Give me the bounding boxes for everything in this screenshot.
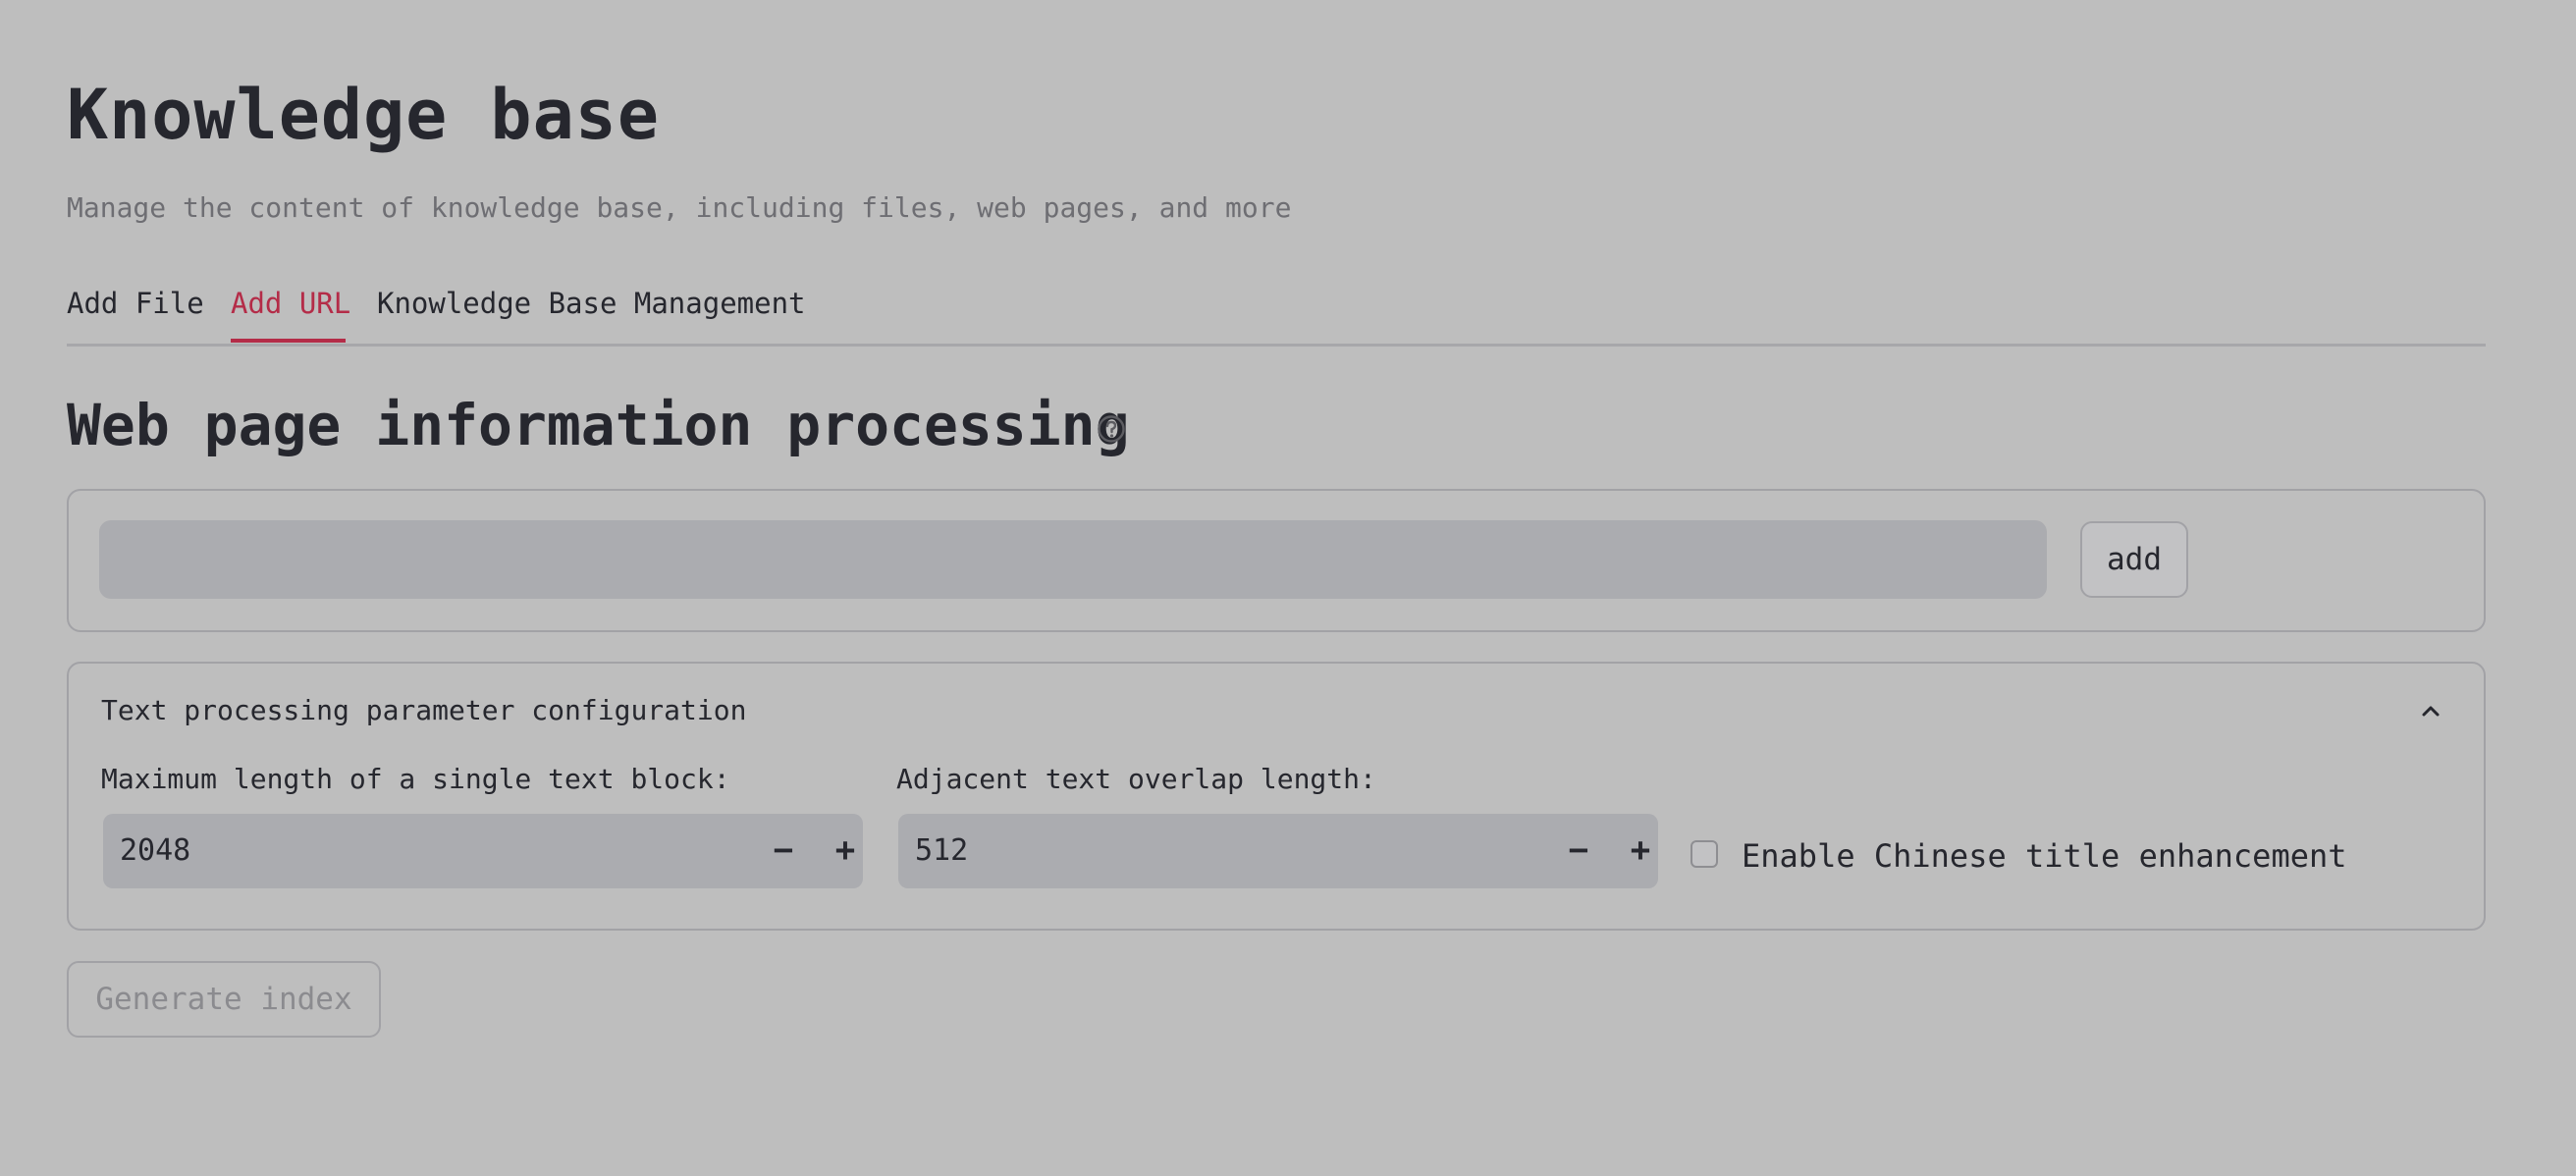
- chinese-title-enhancement-checkbox[interactable]: [1690, 840, 1718, 868]
- tab-add-file[interactable]: Add File: [67, 283, 204, 324]
- chinese-title-enhancement-label[interactable]: Enable Chinese title enhancement: [1742, 834, 2347, 878]
- url-input-panel: add: [67, 489, 2486, 632]
- tab-add-url[interactable]: Add URL: [231, 283, 350, 324]
- overlap-length-label: Adjacent text overlap length:: [896, 763, 1376, 795]
- add-url-button[interactable]: add: [2080, 521, 2188, 598]
- page-title: Knowledge base: [67, 75, 661, 155]
- tab-knowledge-base-management[interactable]: Knowledge Base Management: [377, 283, 806, 324]
- question-circle-icon[interactable]: [1097, 414, 1126, 444]
- page-subtitle: Manage the content of knowledge base, in…: [67, 191, 1292, 224]
- overlap-length-increment-button[interactable]: +: [1619, 828, 1662, 873]
- max-length-stepper[interactable]: 2048 − +: [103, 814, 863, 888]
- config-panel-title: Text processing parameter configuration: [101, 694, 747, 726]
- overlap-length-decrement-button[interactable]: −: [1557, 828, 1600, 873]
- url-input[interactable]: [99, 520, 2047, 599]
- tab-bar: Add File Add URL Knowledge Base Manageme…: [67, 277, 2486, 347]
- chevron-up-icon[interactable]: [2411, 691, 2450, 730]
- max-length-decrement-button[interactable]: −: [762, 828, 805, 873]
- max-length-label: Maximum length of a single text block:: [101, 763, 730, 795]
- max-length-value[interactable]: 2048: [120, 829, 190, 873]
- section-title: Web page information processing: [67, 392, 1130, 458]
- generate-index-button[interactable]: Generate index: [67, 961, 381, 1038]
- active-tab-indicator: [231, 339, 346, 343]
- overlap-length-stepper[interactable]: 512 − +: [898, 814, 1658, 888]
- max-length-increment-button[interactable]: +: [824, 828, 867, 873]
- text-processing-config-panel: Text processing parameter configuration …: [67, 662, 2486, 931]
- overlap-length-value[interactable]: 512: [915, 829, 968, 873]
